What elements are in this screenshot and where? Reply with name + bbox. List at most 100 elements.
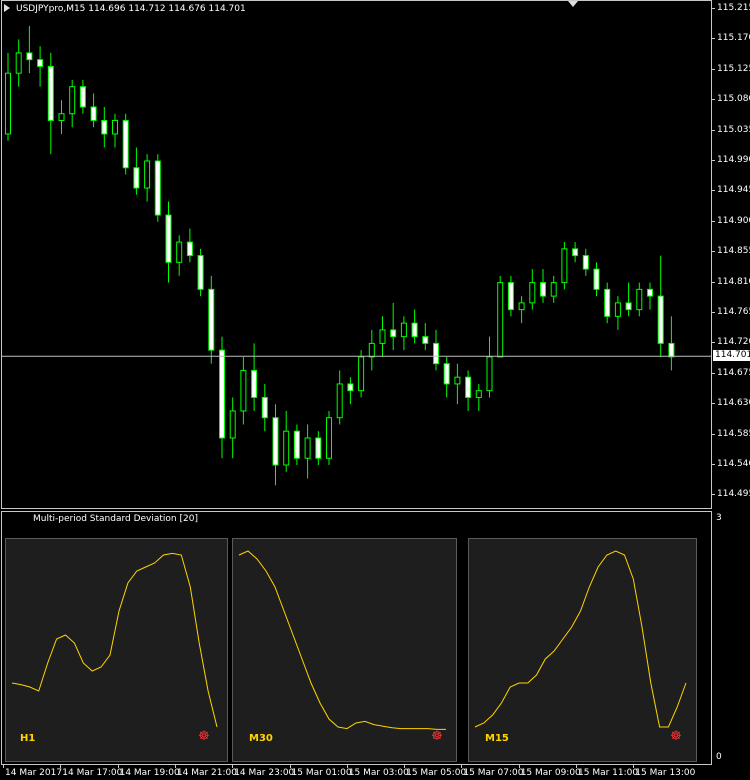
candle: [186, 228, 193, 263]
candle: [272, 404, 279, 486]
time-tick: [404, 765, 406, 768]
price-axis-label: 114.540: [717, 459, 750, 469]
bug-icon: ☸: [431, 729, 443, 744]
price-tick: [712, 372, 715, 374]
price-tick: [712, 403, 715, 405]
candle: [604, 282, 611, 324]
price-tick: [712, 433, 715, 435]
price-axis-label: 114.990: [717, 155, 750, 165]
candle: [400, 316, 407, 351]
candlestick-chart[interactable]: [2, 1, 711, 508]
candle: [486, 336, 493, 398]
candle-body: [647, 288, 653, 297]
chart-type-icon: [4, 4, 10, 12]
time-tick: [346, 765, 348, 768]
time-tick: [633, 765, 635, 768]
candle-body: [582, 255, 589, 270]
candle-body: [251, 369, 258, 398]
candle: [347, 377, 354, 405]
main-chart-frame[interactable]: USDJPYpro,M15 114.696 114.712 114.676 11…: [1, 0, 712, 509]
candle-body: [197, 255, 204, 290]
indicator-axis-min: 0: [716, 752, 722, 762]
candle-body: [283, 430, 290, 466]
candle-body: [400, 322, 407, 338]
candle: [304, 424, 311, 479]
candle-body: [422, 336, 429, 344]
candle-body: [69, 86, 76, 115]
candle: [251, 343, 258, 411]
candle-body: [518, 302, 525, 311]
indicator-frame[interactable]: Multi-period Standard Deviation [20] H1 …: [1, 511, 712, 765]
candle-body: [37, 59, 44, 67]
candle: [5, 52, 11, 141]
price-axis-label: 114.675: [717, 367, 750, 378]
price-tick: [712, 68, 715, 70]
candle: [390, 302, 397, 351]
time-tick: [518, 765, 520, 768]
candle-body: [133, 167, 140, 189]
candle-body: [497, 282, 504, 358]
candle: [122, 113, 129, 175]
candle-body: [5, 72, 11, 135]
candle: [540, 269, 546, 303]
candle: [229, 397, 236, 459]
price-axis-label: 115.080: [717, 94, 750, 105]
candle: [454, 363, 461, 405]
candle: [197, 248, 204, 297]
candle: [154, 154, 161, 222]
candle-body: [454, 376, 461, 385]
candle: [293, 424, 300, 465]
price-axis-label: 114.945: [717, 185, 750, 196]
dropdown-arrow-icon[interactable]: [568, 1, 578, 7]
candle-body: [540, 282, 546, 297]
candle: [433, 329, 439, 371]
candle: [15, 39, 22, 87]
candle-body: [90, 106, 97, 121]
time-tick: [3, 765, 4, 768]
candle-body: [101, 119, 108, 135]
candle-body: [486, 356, 493, 392]
price-axis-label: 115.125: [717, 63, 750, 74]
price-axis-label: 114.855: [717, 246, 750, 257]
price-tick: [712, 342, 715, 344]
candle-body: [561, 248, 568, 284]
candle-body: [529, 282, 536, 304]
price-axis-label: 114.900: [717, 215, 750, 226]
time-tick: [117, 765, 119, 768]
candle-body: [186, 241, 193, 257]
candle: [315, 431, 322, 465]
candle-body: [390, 329, 397, 338]
price-tick: [712, 494, 715, 496]
price-tick: [712, 160, 715, 161]
candle-body: [550, 282, 557, 297]
candle: [219, 336, 225, 459]
price-axis-label: 114.810: [717, 276, 750, 287]
candle: [475, 383, 482, 411]
candle: [336, 370, 343, 425]
time-axis-label: 14 Mar 2017: [5, 768, 63, 778]
candle-body: [443, 363, 450, 385]
candle: [647, 282, 653, 310]
candle: [550, 275, 557, 303]
candle-body: [79, 86, 86, 108]
time-tick: [232, 765, 234, 768]
time-axis-label: 15 Mar 01:00: [291, 768, 352, 778]
candle: [101, 106, 108, 148]
candle: [636, 282, 643, 317]
candle: [112, 113, 118, 148]
candle: [326, 410, 332, 465]
candle: [358, 350, 365, 398]
time-axis-label: 15 Mar 13:00: [635, 768, 696, 778]
candle: [58, 100, 65, 134]
chart-symbol-title: USDJPYpro,M15 114.696 114.712 114.676 11…: [16, 4, 246, 14]
candle-body: [336, 383, 343, 419]
price-tick: [712, 251, 715, 253]
candle: [144, 154, 151, 202]
panel-label-m15: M15: [485, 733, 509, 744]
candle-body: [593, 268, 600, 290]
candle: [507, 275, 514, 317]
candle: [572, 242, 579, 263]
candle: [582, 248, 589, 276]
candle-body: [326, 417, 332, 459]
candle-body: [604, 288, 611, 317]
